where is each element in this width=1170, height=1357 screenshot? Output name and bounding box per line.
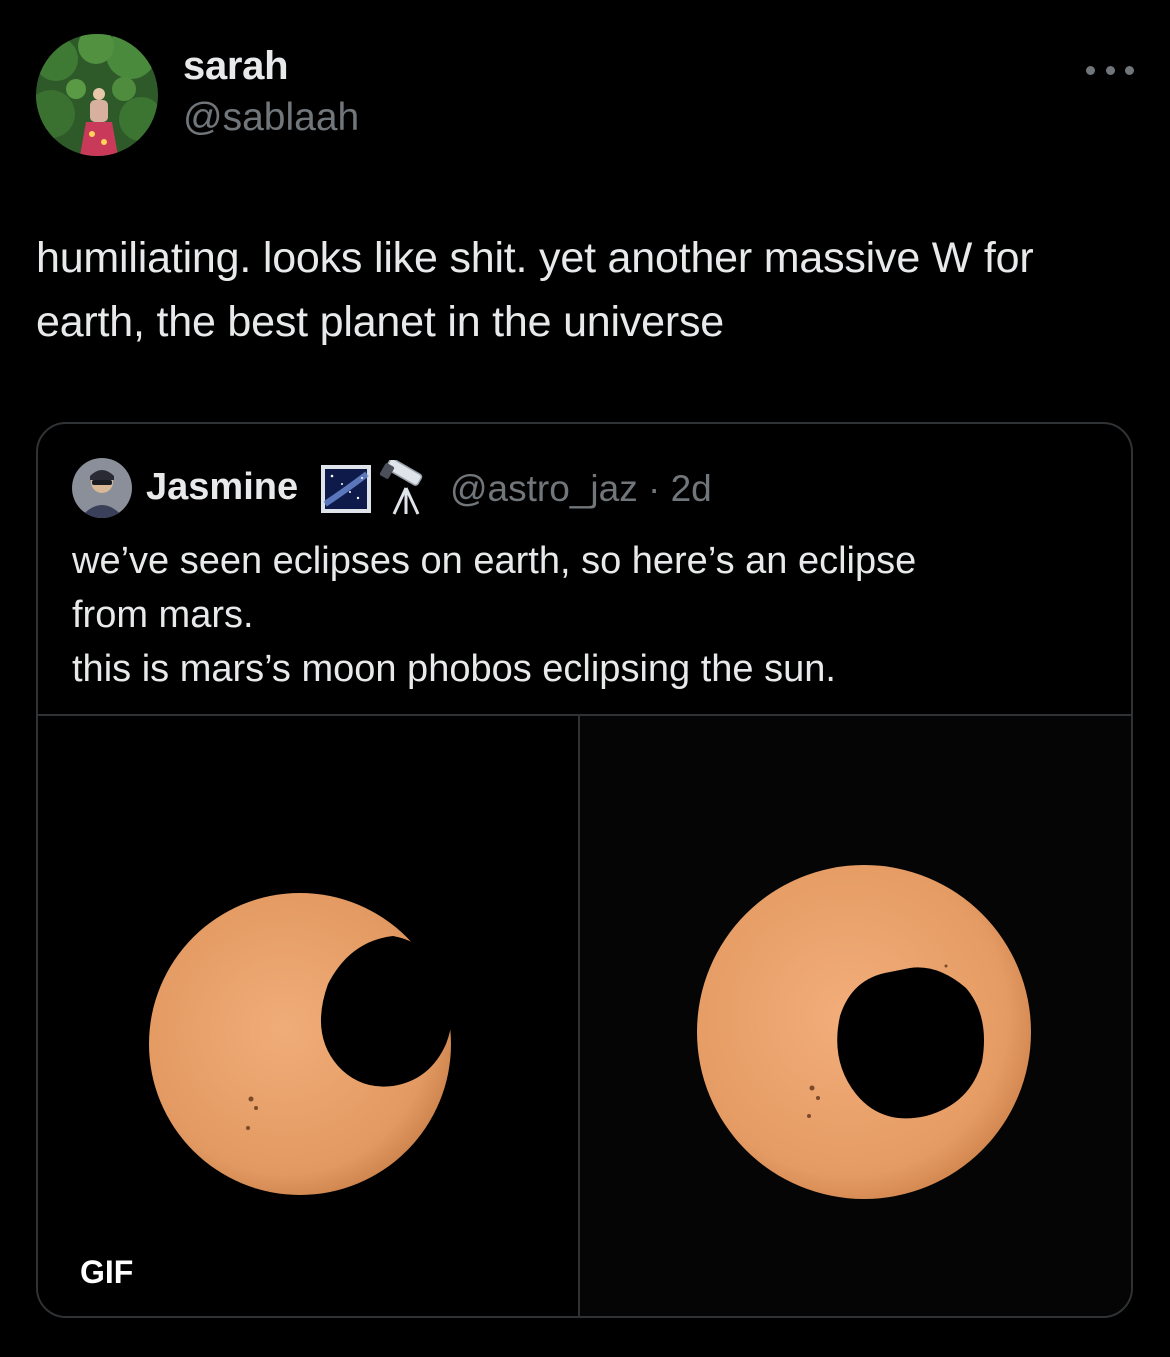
telescope-icon <box>379 458 432 516</box>
quoted-tweet-card[interactable]: Jasmine @astro_jaz · 2d we’ve seen eclip… <box>36 422 1133 1318</box>
quoted-line: this is mars’s moon phobos eclipsing the… <box>72 648 836 690</box>
author-avatar[interactable] <box>36 34 158 156</box>
media-eclipse-full[interactable] <box>580 716 1131 1316</box>
quoted-author-handle-and-time[interactable]: @astro_jaz · 2d <box>450 468 712 510</box>
more-options-icon[interactable] <box>1086 60 1134 80</box>
tweet-text: humiliating. looks like shit. yet anothe… <box>36 234 1034 346</box>
author-handle[interactable]: @sablaah <box>183 96 359 140</box>
quoted-tweet-text: we’ve seen eclipses on earth, so here’s … <box>72 534 1112 696</box>
author-name[interactable]: sarah <box>183 44 289 89</box>
quoted-line: from mars. <box>72 594 254 636</box>
quoted-author-name[interactable]: Jasmine <box>146 466 298 509</box>
quoted-author-avatar[interactable] <box>72 458 132 518</box>
media-grid: GIF <box>38 714 1131 1316</box>
media-gif-eclipse-partial[interactable]: GIF <box>38 716 580 1316</box>
gif-badge: GIF <box>80 1254 134 1290</box>
quoted-line: we’ve seen eclipses on earth, so here’s … <box>72 540 917 582</box>
milky-way-icon <box>320 464 372 514</box>
